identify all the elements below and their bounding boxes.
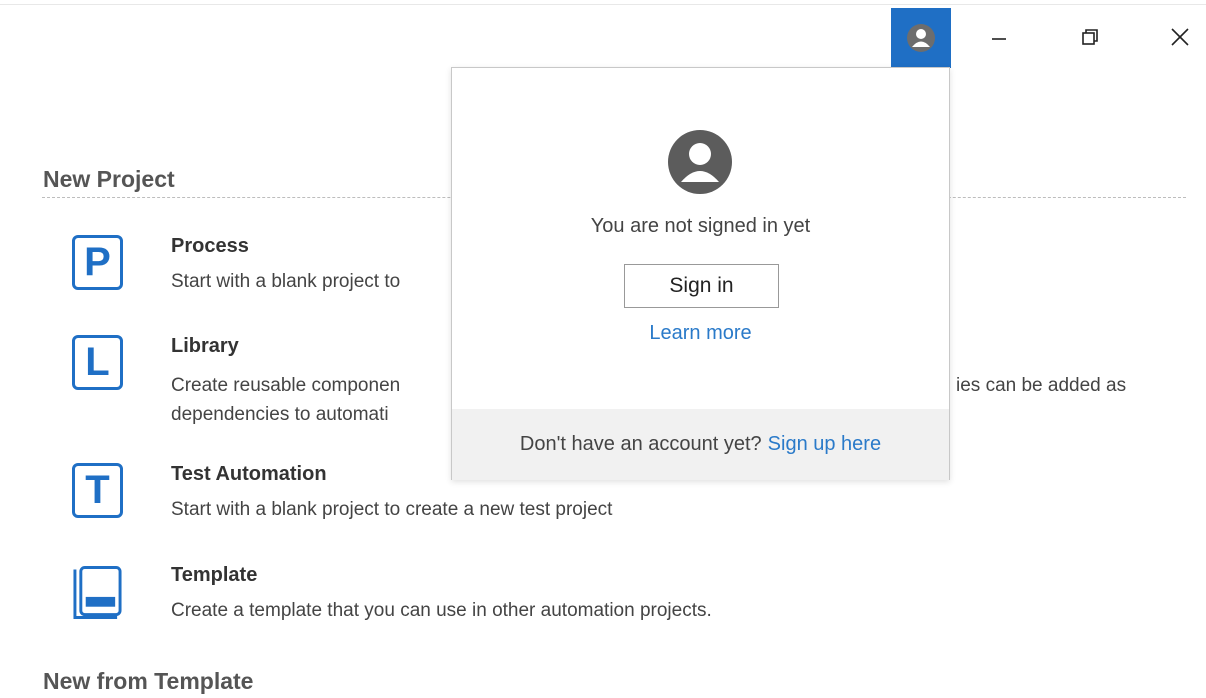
account-popup: You are not signed in yet Sign in Learn …: [451, 67, 950, 480]
title-bar: [0, 0, 1206, 68]
project-description: Create a template that you can use in ot…: [171, 600, 712, 621]
minimize-icon: [992, 38, 1006, 40]
library-icon-letter: L: [85, 340, 110, 384]
popup-footer: Don't have an account yet? Sign up here: [452, 409, 949, 480]
project-item-template[interactable]: Template Create a template that you can …: [72, 564, 1192, 628]
project-name: Process: [171, 235, 249, 257]
no-account-text: Don't have an account yet?: [519, 433, 762, 455]
process-icon: P: [72, 235, 123, 290]
learn-more-link[interactable]: Learn more: [452, 322, 949, 345]
account-icon: [907, 24, 935, 52]
project-name: Library: [171, 335, 239, 357]
restore-icon: [1082, 29, 1098, 45]
sign-in-button[interactable]: Sign in: [624, 264, 779, 308]
project-description: Start with a blank project to create a n…: [171, 499, 613, 520]
close-button[interactable]: [1152, 14, 1206, 60]
library-icon: L: [72, 335, 123, 390]
test-automation-icon: T: [72, 463, 123, 518]
not-signed-in-message: You are not signed in yet: [590, 215, 811, 237]
minimize-button[interactable]: [971, 14, 1027, 60]
account-button[interactable]: [891, 8, 951, 68]
close-icon: [1171, 28, 1189, 46]
new-from-template-heading: New from Template: [43, 668, 254, 694]
project-name: Test Automation: [171, 463, 327, 485]
restore-button[interactable]: [1062, 14, 1118, 60]
new-project-heading: New Project: [43, 166, 175, 192]
process-icon-letter: P: [84, 240, 111, 284]
sign-up-link[interactable]: Sign up here: [768, 433, 881, 456]
project-name: Template: [171, 564, 258, 586]
template-icon: [72, 564, 123, 619]
user-avatar-icon: [668, 130, 732, 194]
top-border: [0, 4, 1206, 5]
test-automation-icon-letter: T: [85, 468, 110, 512]
project-description-line1-right: ies can be added as: [956, 375, 1127, 396]
